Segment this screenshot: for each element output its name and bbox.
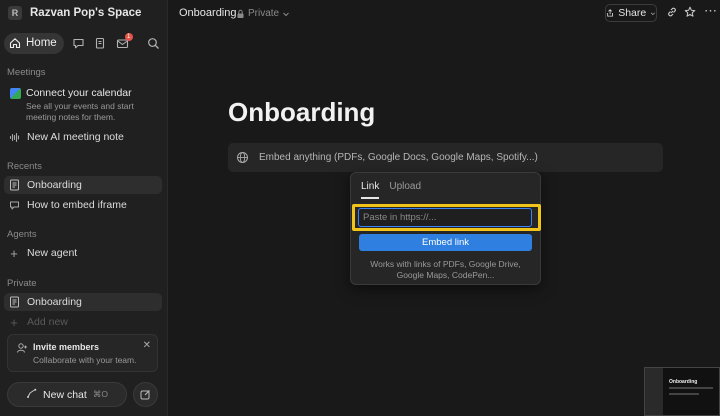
breadcrumb[interactable]: Onboarding <box>179 7 237 19</box>
page-thumbnail[interactable]: Onboarding <box>644 367 720 416</box>
embed-popup: Link Upload Embed link Works with links … <box>350 172 541 285</box>
home-icon <box>9 38 21 49</box>
share-icon <box>607 9 613 17</box>
agents-section-label: Agents <box>7 229 37 240</box>
embed-block[interactable]: Embed anything (PDFs, Google Docs, Googl… <box>228 143 663 172</box>
invite-title: Invite members <box>33 342 100 352</box>
new-agent-button[interactable]: + New agent <box>4 244 162 262</box>
embed-link-button[interactable]: Embed link <box>359 234 532 251</box>
new-chat-button[interactable]: New chat ⌘O <box>7 382 127 407</box>
edit-icon <box>140 390 150 400</box>
new-agent-label: New agent <box>27 247 78 259</box>
new-ai-meeting-note-label: New AI meeting note <box>27 131 124 143</box>
workspace-switcher[interactable]: R Razvan Pop's Space <box>8 6 141 20</box>
person-add-icon <box>16 342 28 357</box>
invite-members-card[interactable]: Invite members Collaborate with your tea… <box>7 334 158 372</box>
home-button[interactable]: Home <box>4 32 64 54</box>
share-label: Share <box>618 7 647 19</box>
recent-item-label: How to embed iframe <box>27 199 127 211</box>
search-icon[interactable] <box>142 32 164 54</box>
sidebar: R Razvan Pop's Space Home 1 Meetings Con… <box>0 0 168 416</box>
workspace-badge: R <box>8 6 22 20</box>
meetings-section-label: Meetings <box>7 67 46 78</box>
chat-icon[interactable] <box>68 32 90 54</box>
calendar-icon <box>10 88 21 99</box>
thumbnail-line <box>669 393 699 395</box>
invite-subtitle: Collaborate with your team. <box>33 355 137 365</box>
globe-icon <box>237 152 248 163</box>
connect-calendar-description: See all your events and start meeting no… <box>26 101 134 122</box>
top-bar: Onboarding Private Share ⋯ <box>168 0 720 28</box>
thumbnail-sidebar <box>645 368 663 415</box>
close-icon[interactable]: ✕ <box>143 340 151 351</box>
page-icon <box>8 296 20 308</box>
url-input[interactable] <box>358 208 532 227</box>
workspace-name: Razvan Pop's Space <box>30 7 142 19</box>
new-chat-label: New chat <box>43 388 87 401</box>
notification-badge: 1 <box>124 33 133 41</box>
privacy-selector[interactable]: Private <box>236 8 290 19</box>
home-label: Home <box>26 37 57 49</box>
top-nav: Home 1 <box>4 32 164 54</box>
private-item-label: Onboarding <box>27 296 82 308</box>
star-icon[interactable] <box>684 6 696 21</box>
inbox-icon[interactable]: 1 <box>112 32 134 54</box>
plus-icon: + <box>10 314 18 330</box>
lock-icon <box>237 9 244 18</box>
thumbnail-line <box>669 387 713 389</box>
add-new-button[interactable]: + Add new <box>4 313 162 331</box>
private-section-label: Private <box>7 278 37 289</box>
share-button[interactable]: Share <box>605 4 657 22</box>
recent-item-embed-iframe[interactable]: How to embed iframe <box>4 196 162 214</box>
private-item-onboarding[interactable]: Onboarding <box>4 293 162 311</box>
tab-upload[interactable]: Upload <box>389 181 421 199</box>
library-icon[interactable] <box>90 32 112 54</box>
recent-item-label: Onboarding <box>27 179 82 191</box>
plus-icon: + <box>10 245 18 261</box>
waveform-icon <box>8 132 20 143</box>
recent-item-onboarding[interactable]: Onboarding <box>4 176 162 194</box>
thumbnail-title: Onboarding <box>669 379 698 385</box>
chevron-down-icon <box>283 12 289 16</box>
new-ai-meeting-note-button[interactable]: New AI meeting note <box>4 128 162 146</box>
new-chat-icon <box>26 388 37 402</box>
more-options-icon[interactable]: ⋯ <box>704 3 718 19</box>
compose-button[interactable] <box>133 382 158 407</box>
privacy-label: Private <box>248 8 280 19</box>
page-icon <box>8 179 20 191</box>
recents-section-label: Recents <box>7 161 42 172</box>
page-title[interactable]: Onboarding <box>228 97 375 128</box>
chevron-down-icon <box>651 12 656 15</box>
add-new-label: Add new <box>27 316 68 328</box>
embed-block-placeholder: Embed anything (PDFs, Google Docs, Googl… <box>259 152 538 163</box>
connect-calendar-link[interactable]: Connect your calendar <box>26 87 132 99</box>
embed-help-text: Works with links of PDFs, Google Drive, … <box>370 259 521 280</box>
embed-tabs: Link Upload <box>361 181 421 199</box>
new-chat-shortcut: ⌘O <box>92 389 108 399</box>
tab-link[interactable]: Link <box>361 181 380 199</box>
chat-bubble-icon <box>8 200 20 211</box>
link-icon[interactable] <box>666 6 678 21</box>
